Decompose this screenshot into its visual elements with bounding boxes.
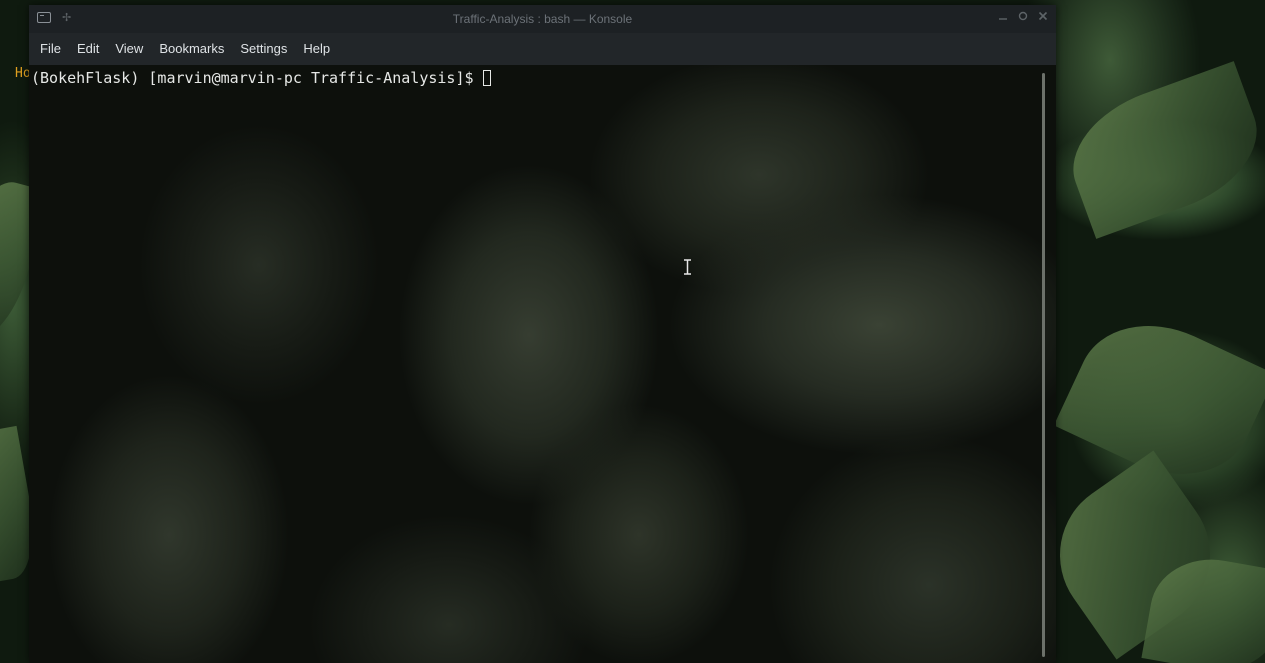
menu-edit[interactable]: Edit [69, 33, 107, 65]
terminal-area[interactable]: (BokehFlask) [marvin@marvin-pc Traffic-A… [29, 65, 1056, 663]
menubar: File Edit View Bookmarks Settings Help [29, 33, 1056, 65]
menu-bookmarks[interactable]: Bookmarks [151, 33, 232, 65]
shell-prompt: (BokehFlask) [marvin@marvin-pc Traffic-A… [31, 69, 474, 87]
terminal-scrollbar[interactable] [1042, 73, 1045, 657]
wallpaper-leaf [1055, 61, 1265, 239]
menu-help[interactable]: Help [295, 33, 338, 65]
close-icon[interactable] [1035, 10, 1051, 26]
window-title: Traffic-Analysis : bash — Konsole [452, 12, 633, 26]
menu-file[interactable]: File [32, 33, 69, 65]
minimize-icon[interactable] [995, 10, 1011, 26]
maximize-icon[interactable] [1015, 10, 1031, 26]
text-cursor [482, 70, 491, 86]
menu-settings[interactable]: Settings [232, 33, 295, 65]
prompt-line: (BokehFlask) [marvin@marvin-pc Traffic-A… [31, 69, 491, 87]
menu-view[interactable]: View [107, 33, 151, 65]
window-titlebar[interactable]: ✢ Traffic-Analysis : bash — Konsole [29, 5, 1056, 33]
konsole-window: ✢ Traffic-Analysis : bash — Konsole File… [29, 5, 1056, 663]
ibeam-cursor-icon [684, 259, 691, 275]
